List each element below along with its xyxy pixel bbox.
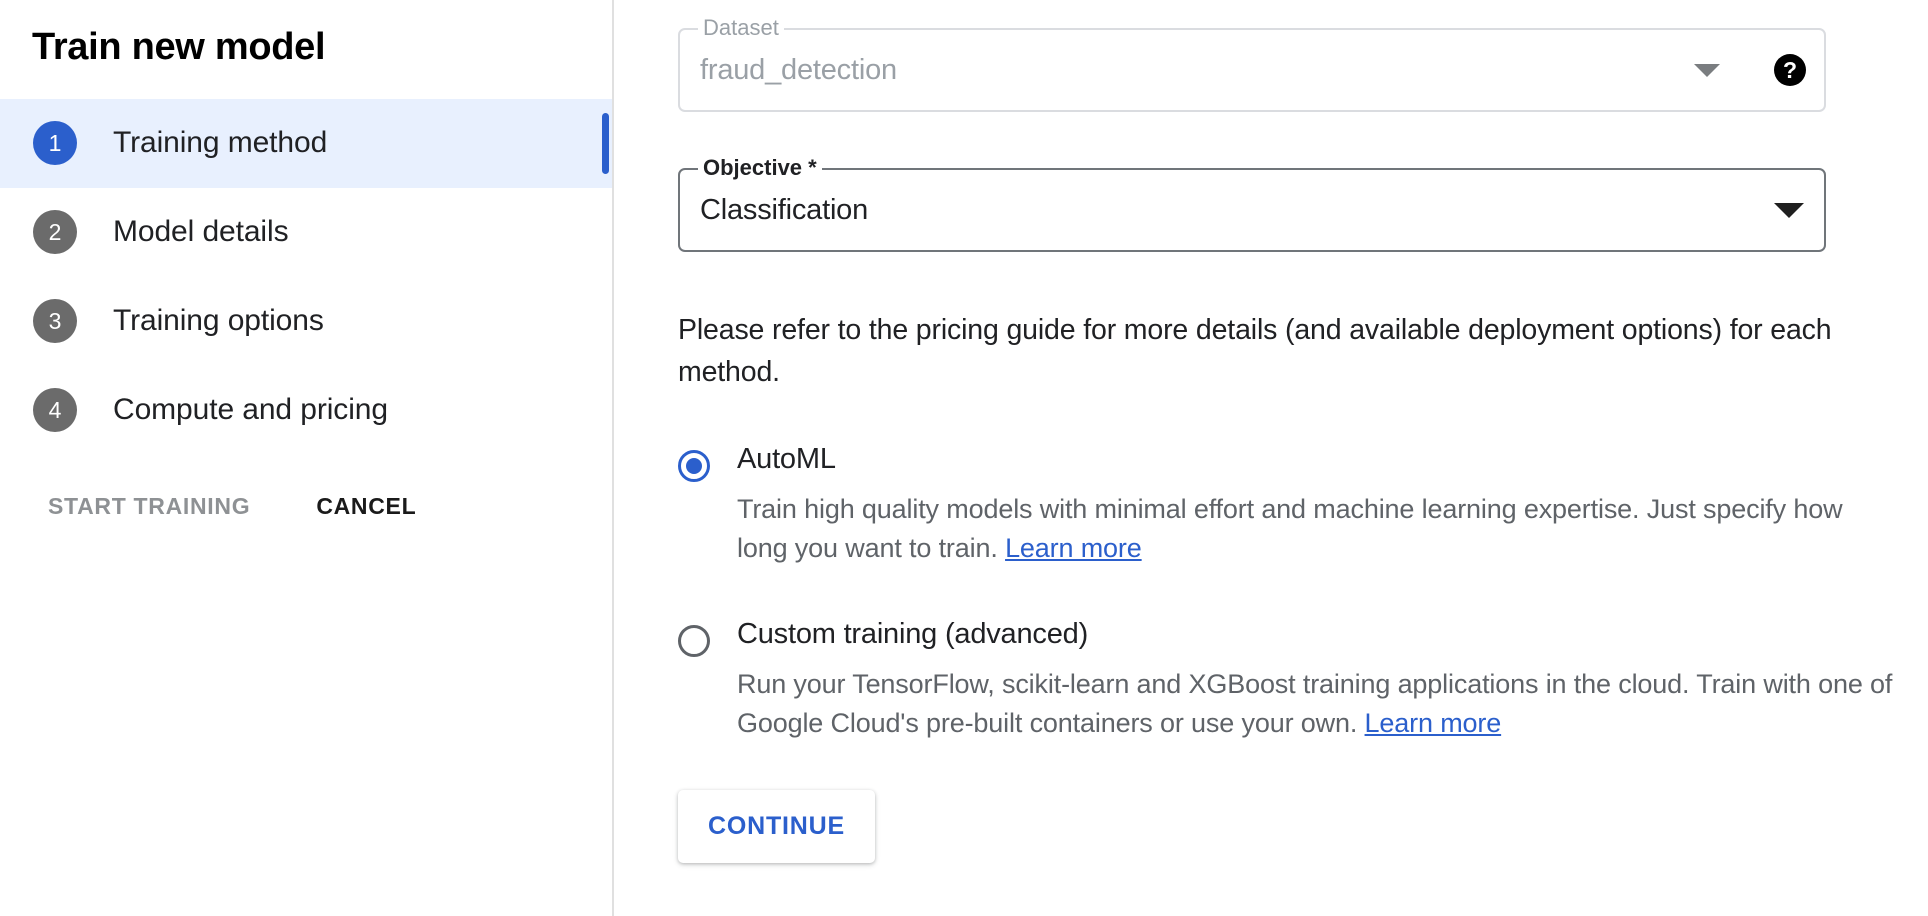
step-number-badge-1: 1 (33, 121, 77, 165)
pricing-guide-note: Please refer to the pricing guide for mo… (678, 310, 1848, 394)
training-method-radio-group: AutoML Train high quality models with mi… (678, 444, 1928, 743)
sidebar-item-compute-and-pricing[interactable]: 4 Compute and pricing (0, 366, 612, 455)
objective-field-label: Objective * (698, 157, 822, 179)
sidebar-item-label-compute-and-pricing: Compute and pricing (113, 393, 388, 427)
sidebar-item-training-options[interactable]: 3 Training options (0, 277, 612, 366)
train-new-model-wizard: Train new model 1 Training method 2 Mode… (0, 0, 1928, 916)
custom-training-learn-more-link[interactable]: Learn more (1365, 708, 1502, 738)
sidebar-action-bar: START TRAINING CANCEL (0, 493, 612, 520)
start-training-button[interactable]: START TRAINING (48, 493, 250, 520)
continue-button-row: CONTINUE (678, 790, 1928, 863)
wizard-steps: 1 Training method 2 Model details 3 Trai… (0, 99, 612, 455)
sidebar-item-label-training-options: Training options (113, 304, 324, 338)
sidebar-item-label-model-details: Model details (113, 215, 288, 249)
page-title: Train new model (0, 0, 612, 69)
option-automl[interactable]: AutoML Train high quality models with mi… (678, 444, 1928, 568)
active-step-indicator-bar (602, 113, 609, 174)
objective-field-value: Classification (700, 194, 1774, 227)
continue-button[interactable]: CONTINUE (678, 790, 875, 863)
option-custom-training-body: Custom training (advanced) Run your Tens… (737, 619, 1897, 743)
dataset-select[interactable]: Dataset fraud_detection ? (678, 28, 1826, 112)
option-custom-training-description: Run your TensorFlow, scikit-learn and XG… (737, 665, 1897, 743)
automl-learn-more-link[interactable]: Learn more (1005, 533, 1142, 563)
dataset-field-value: fraud_detection (700, 54, 1694, 87)
step-number-badge-2: 2 (33, 210, 77, 254)
objective-select[interactable]: Objective * Classification (678, 168, 1826, 252)
chevron-down-icon[interactable] (1694, 64, 1720, 77)
radio-custom-training[interactable] (678, 625, 710, 657)
dataset-field-label: Dataset (698, 17, 784, 39)
sidebar-item-model-details[interactable]: 2 Model details (0, 188, 612, 277)
cancel-button[interactable]: CANCEL (316, 493, 416, 520)
option-automl-title: AutoML (737, 444, 1897, 476)
chevron-down-icon[interactable] (1774, 203, 1804, 218)
sidebar-item-label-training-method: Training method (113, 126, 327, 160)
radio-automl[interactable] (678, 450, 710, 482)
wizard-sidebar: Train new model 1 Training method 2 Mode… (0, 0, 614, 916)
sidebar-item-training-method[interactable]: 1 Training method (0, 99, 612, 188)
option-automl-description-text: Train high quality models with minimal e… (737, 494, 1842, 563)
help-icon[interactable]: ? (1774, 54, 1806, 86)
option-automl-body: AutoML Train high quality models with mi… (737, 444, 1897, 568)
option-custom-training-title: Custom training (advanced) (737, 619, 1897, 651)
option-custom-training-description-text: Run your TensorFlow, scikit-learn and XG… (737, 669, 1892, 738)
step-number-badge-3: 3 (33, 299, 77, 343)
option-automl-description: Train high quality models with minimal e… (737, 490, 1897, 568)
step-number-badge-4: 4 (33, 388, 77, 432)
training-method-panel: Dataset fraud_detection ? Objective * Cl… (614, 0, 1928, 916)
option-custom-training[interactable]: Custom training (advanced) Run your Tens… (678, 619, 1928, 743)
